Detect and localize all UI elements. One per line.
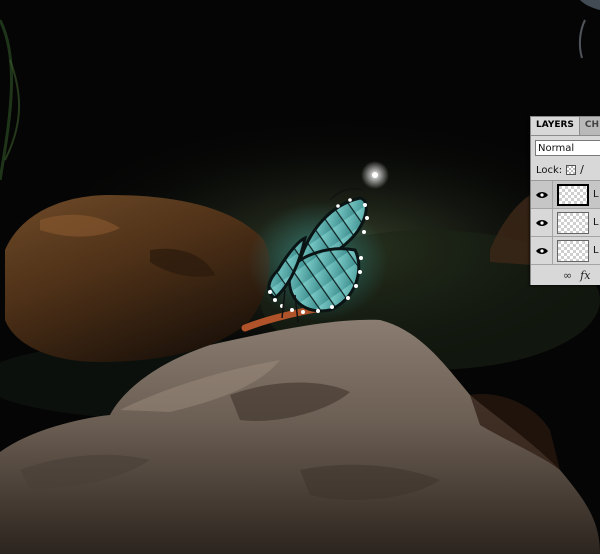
link-layers-icon[interactable]: ∞: [563, 269, 572, 282]
tab-channels[interactable]: CH: [580, 117, 600, 135]
layer-row[interactable]: L: [531, 180, 600, 209]
lock-row: Lock: ∕: [531, 160, 600, 181]
panel-tabs: LAYERS CH: [531, 117, 600, 136]
layer-visibility-toggle[interactable]: [531, 180, 553, 209]
blend-mode-row: Normal: [531, 136, 600, 160]
layer-row[interactable]: L: [531, 208, 600, 237]
layer-visibility-toggle[interactable]: [531, 236, 553, 265]
eye-icon: [535, 191, 548, 198]
layer-row[interactable]: L: [531, 236, 600, 265]
lock-image-pixels-icon[interactable]: ∕: [580, 164, 590, 175]
tab-layers[interactable]: LAYERS: [531, 117, 580, 135]
canvas-artwork: [0, 0, 600, 554]
layer-visibility-toggle[interactable]: [531, 208, 553, 237]
panel-footer: ∞ fx: [531, 265, 600, 285]
layer-name: L: [593, 245, 599, 256]
layer-thumbnail: [557, 211, 589, 234]
layer-thumbnail: [557, 239, 589, 262]
eye-icon: [535, 247, 548, 254]
eye-icon: [535, 219, 548, 226]
photo-canvas[interactable]: [0, 0, 600, 554]
layers-panel: LAYERS CH Normal Lock: ∕ L L L ∞ fx: [530, 116, 600, 285]
lock-label: Lock:: [536, 164, 563, 176]
layer-thumbnail: [557, 183, 589, 206]
blend-mode-select[interactable]: Normal: [535, 140, 600, 156]
lock-transparency-icon[interactable]: [566, 165, 577, 175]
layer-name: L: [593, 217, 599, 228]
fx-icon[interactable]: fx: [580, 269, 590, 282]
layer-name: L: [593, 189, 599, 200]
